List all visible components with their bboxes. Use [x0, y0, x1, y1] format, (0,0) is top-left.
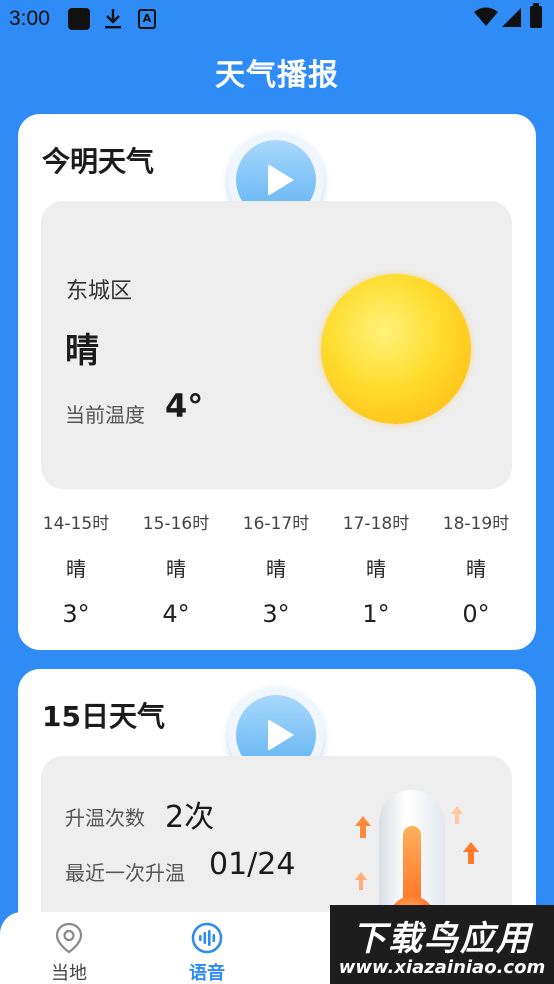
last-warm-label: 最近一次升温 [65, 861, 185, 885]
page-title: 天气播报 [215, 58, 339, 93]
hourly-item: 14-15时 晴 3° [26, 509, 126, 628]
last-warm-value: 01/24 [209, 847, 296, 882]
hourly-item: 15-16时 晴 4° [126, 509, 226, 628]
current-condition: 晴 [65, 331, 99, 371]
font-a-icon: A [138, 9, 156, 29]
watermark-title: 下载鸟应用 [352, 919, 532, 959]
hourly-time: 14-15时 [42, 514, 110, 534]
warm-count-label: 升温次数 [65, 806, 145, 830]
status-time: 3:00 [9, 7, 50, 30]
nav-item-voice[interactable]: 语音 [138, 912, 276, 984]
status-bar: 3:00 A [0, 0, 554, 38]
battery-icon [530, 3, 542, 28]
watermark-logo: 下载鸟应用 www.xiazainiao.com [330, 905, 554, 984]
hourly-item: 17-18时 晴 1° [326, 509, 426, 628]
notification-square-icon [68, 8, 90, 30]
hourly-condition: 晴 [466, 557, 486, 581]
signal-icon [502, 8, 521, 27]
hourly-item: 18-19时 晴 0° [426, 509, 526, 628]
hourly-temp: 3° [262, 600, 290, 628]
download-icon [104, 8, 122, 30]
hourly-time: 18-19时 [442, 514, 510, 534]
hourly-forecast: 14-15时 晴 3° 15-16时 晴 4° 16-17时 晴 3° 17-1… [18, 509, 536, 639]
nav-item-local[interactable]: 当地 [0, 912, 138, 984]
hourly-temp: 1° [362, 600, 390, 628]
nav-label-local: 当地 [51, 963, 87, 984]
location-pin-icon [55, 922, 83, 954]
hourly-temp: 4° [162, 600, 190, 628]
current-temp-value: 4° [165, 387, 204, 425]
current-weather-panel: 东城区 晴 当前温度 4° [41, 201, 512, 489]
hourly-item: 16-17时 晴 3° [226, 509, 326, 628]
hourly-condition: 晴 [166, 557, 186, 581]
nav-label-voice: 语音 [189, 963, 225, 984]
wifi-icon [474, 7, 498, 27]
sun-icon [321, 274, 471, 424]
fifteen-day-title: 15日天气 [42, 700, 165, 733]
hourly-temp: 3° [62, 600, 90, 628]
hourly-condition: 晴 [66, 557, 86, 581]
hourly-time: 17-18时 [342, 514, 410, 534]
hourly-time: 16-17时 [242, 514, 310, 534]
hourly-temp: 0° [462, 600, 490, 628]
watermark-url: www.xiazainiao.com [338, 957, 546, 978]
district-label: 东城区 [66, 279, 133, 304]
hourly-condition: 晴 [266, 557, 286, 581]
current-temp-label: 当前温度 [65, 403, 145, 427]
voice-wave-icon [191, 922, 223, 954]
today-weather-card: 今明天气 东城区 晴 当前温度 4° 14-15时 晴 3° 15-16时 晴 … [18, 114, 536, 650]
warm-count-value: 2次 [165, 800, 215, 835]
today-card-title: 今明天气 [42, 145, 155, 178]
hourly-condition: 晴 [366, 557, 386, 581]
hourly-time: 15-16时 [142, 514, 210, 534]
